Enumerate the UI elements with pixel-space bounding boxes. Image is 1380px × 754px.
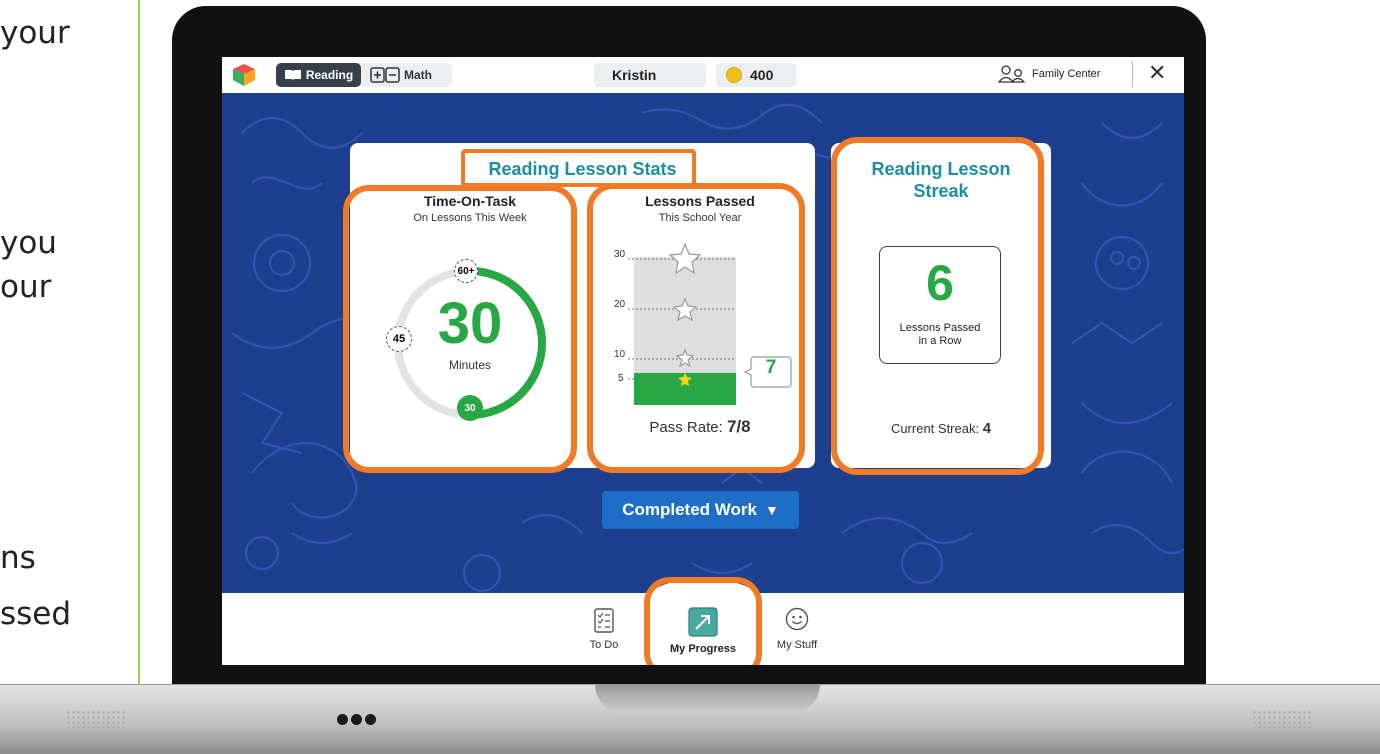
slide-text-line: you — [0, 225, 57, 261]
smiley-icon — [785, 607, 809, 631]
topbar-divider — [1132, 61, 1133, 87]
family-icon — [998, 65, 1026, 83]
book-icon — [284, 70, 301, 81]
highlight-lessons-passed — [587, 183, 805, 473]
coin-icon — [726, 67, 742, 83]
nav-my-stuff[interactable]: My Stuff — [772, 607, 822, 651]
nav-my-stuff-label: My Stuff — [776, 639, 818, 651]
checklist-icon — [594, 608, 614, 633]
slide-text-line: ssed — [0, 596, 72, 632]
laptop-indicator-dots — [337, 714, 376, 725]
app-logo-cube-icon[interactable] — [232, 63, 256, 87]
app-screen: Reading Math Kristin 400 Family Center ✕… — [222, 57, 1184, 665]
nav-todo-label: To Do — [589, 639, 619, 651]
coin-count: 400 — [750, 67, 774, 83]
close-icon[interactable]: ✕ — [1148, 60, 1166, 86]
coin-balance: 400 — [716, 63, 796, 87]
highlight-my-progress — [644, 577, 762, 665]
speaker-grille-right — [1252, 710, 1312, 728]
slide-text-panel — [0, 0, 140, 700]
nav-todo[interactable]: To Do — [582, 607, 626, 651]
slide-text-line: ns — [0, 540, 36, 576]
completed-work-label: Completed Work — [622, 500, 757, 519]
speaker-grille-left — [66, 710, 126, 728]
math-icon — [370, 67, 400, 83]
family-center-label: Family Center — [1032, 68, 1101, 80]
top-bar: Reading Math Kristin 400 Family Center ✕ — [222, 57, 1184, 93]
tab-reading-label: Reading — [305, 68, 354, 82]
highlight-time-on-task — [343, 185, 577, 473]
family-center-link[interactable]: Family Center — [998, 65, 1100, 83]
user-name-pill: Kristin — [594, 63, 706, 87]
laptop-notch — [595, 684, 820, 714]
subject-switcher: Reading Math — [276, 63, 452, 87]
bottom-nav: To Do My Progress My Stuff — [222, 577, 1184, 665]
slide-text-line: our — [0, 269, 52, 305]
highlight-lesson-streak — [831, 137, 1044, 475]
tab-reading[interactable]: Reading — [276, 63, 361, 87]
tab-math-label: Math — [404, 68, 432, 82]
user-name: Kristin — [612, 67, 657, 83]
slide-text-line: your — [0, 15, 70, 51]
caret-down-icon: ▼ — [764, 502, 779, 518]
highlight-stats-title — [461, 149, 696, 187]
tab-math[interactable]: Math — [370, 63, 432, 87]
completed-work-dropdown[interactable]: Completed Work ▼ — [602, 491, 799, 529]
